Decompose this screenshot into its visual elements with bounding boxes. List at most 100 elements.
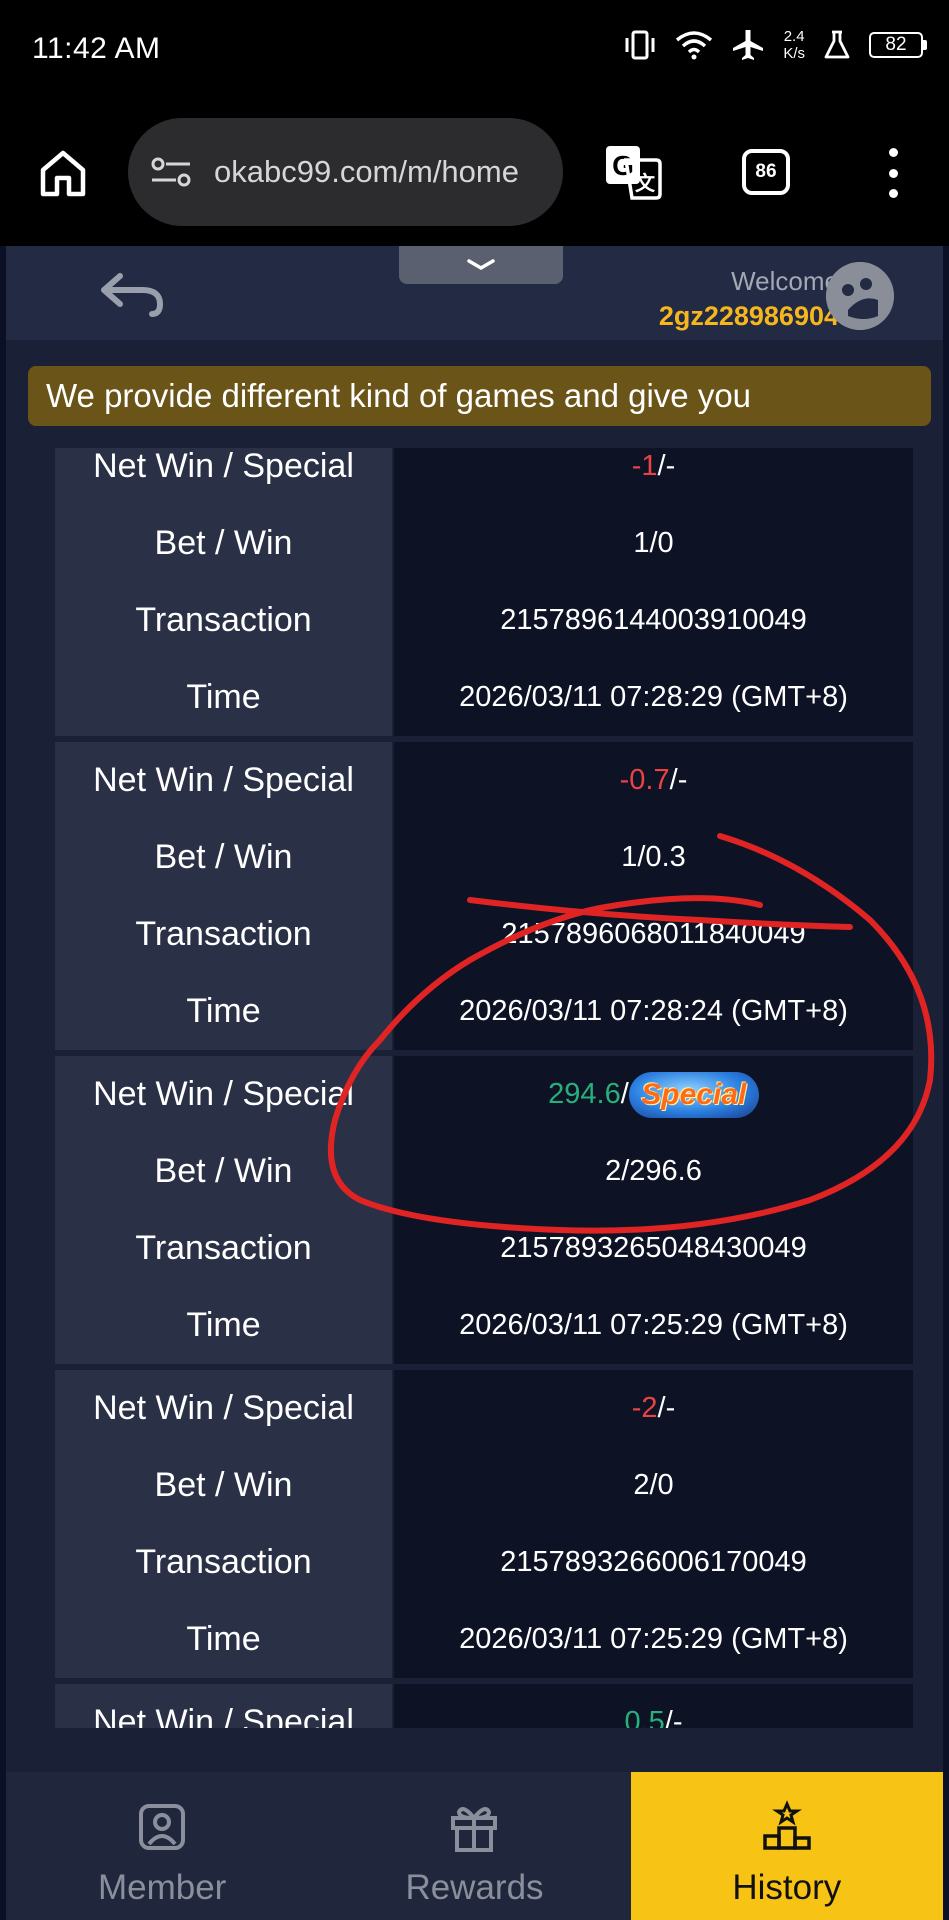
record-field-label: Net Win / Special (55, 1056, 392, 1133)
battery-indicator: 82 (869, 32, 927, 58)
home-icon[interactable] (38, 148, 88, 198)
welcome-block: Welcome 2gz228986904 (659, 266, 839, 332)
record-field-value: 2026/03/11 07:25:29 (GMT+8) (394, 1287, 913, 1364)
history-record: Net Win / Special -0.7/- Bet / Win 1/0.3 Tra… (55, 742, 913, 1050)
address-bar[interactable]: okabc99.com/m/home (128, 118, 563, 226)
welcome-label: Welcome (731, 266, 839, 296)
record-field-value: 1/0.3 (394, 819, 913, 896)
net-win-amount: 0.5 (624, 1706, 665, 1728)
nav-member[interactable]: Member (6, 1772, 318, 1920)
nav-history[interactable]: History (630, 1772, 943, 1920)
app-header: Welcome 2gz228986904 (6, 246, 943, 340)
record-field-value: -2/- (394, 1370, 913, 1447)
record-field-value: 0.5/- (394, 1684, 913, 1728)
podium-icon (763, 1800, 811, 1850)
record-row-bet-win: Bet / Win 1/0 (55, 505, 913, 582)
history-record: Net Win / Special 0.5/- (55, 1684, 913, 1728)
record-field-label: Transaction (55, 582, 392, 659)
url-text: okabc99.com/m/home (214, 154, 519, 189)
record-row-transaction: Transaction 2157896144003910049 (55, 582, 913, 659)
gift-icon (451, 1807, 498, 1852)
more-options-icon[interactable] (885, 148, 901, 198)
record-row-net-win: Net Win / Special 294.6/Special (55, 1056, 913, 1133)
record-row-transaction: Transaction 2157893266006170049 (55, 1524, 913, 1601)
record-field-value: 2157893266006170049 (394, 1524, 913, 1601)
record-field-value: 1/0 (394, 505, 913, 582)
record-row-bet-win: Bet / Win 2/296.6 (55, 1133, 913, 1210)
site-settings-icon[interactable] (150, 155, 192, 189)
record-row-time: Time 2026/03/11 07:28:24 (GMT+8) (55, 973, 913, 1050)
record-field-value: 2/0 (394, 1447, 913, 1524)
record-row-bet-win: Bet / Win 2/0 (55, 1447, 913, 1524)
record-field-value: 2026/03/11 07:28:29 (GMT+8) (394, 659, 913, 736)
separator: / (657, 1392, 666, 1424)
net-win-amount: -2 (631, 1392, 658, 1424)
record-field-label: Bet / Win (55, 1133, 392, 1210)
record-field-label: Bet / Win (55, 505, 392, 582)
special-value: - (665, 450, 676, 482)
marquee-text: We provide different kind of games and g… (46, 377, 752, 414)
record-field-label: Time (55, 973, 392, 1050)
record-field-value: -0.7/- (394, 742, 913, 819)
special-badge: Special (628, 1071, 759, 1118)
browser-toolbar: okabc99.com/m/home G 文 86 (0, 100, 949, 246)
separator: / (657, 450, 666, 482)
record-row-bet-win: Bet / Win 1/0.3 (55, 819, 913, 896)
record-row-time: Time 2026/03/11 07:25:29 (GMT+8) (55, 1601, 913, 1678)
record-field-value: -1/- (394, 448, 913, 505)
record-field-label: Net Win / Special (55, 742, 392, 819)
record-field-value: 2157896144003910049 (394, 582, 913, 659)
member-icon (139, 1804, 186, 1850)
nav-history-label: History (732, 1868, 842, 1907)
record-field-value: 2026/03/11 07:28:24 (GMT+8) (394, 973, 913, 1050)
bottom-navigation: Member Rewards History (6, 1772, 943, 1920)
record-field-label: Transaction (55, 1524, 392, 1601)
record-row-net-win: Net Win / Special -2/- (55, 1370, 913, 1447)
record-row-transaction: Transaction 2157896068011840049 (55, 896, 913, 973)
record-row-net-win: Net Win / Special -1/- (55, 448, 913, 505)
wifi-icon (676, 31, 713, 60)
nav-rewards[interactable]: Rewards (318, 1772, 630, 1920)
avatar-icon[interactable] (826, 262, 894, 330)
record-field-label: Net Win / Special (55, 1684, 392, 1728)
network-speed: 2.4 K/s (783, 28, 805, 62)
record-field-label: Net Win / Special (55, 448, 392, 505)
separator: / (669, 764, 678, 796)
net-win-amount: 294.6 (548, 1078, 621, 1110)
special-value: - (672, 1706, 683, 1728)
history-record: Net Win / Special -2/- Bet / Win 2/0 Transac… (55, 1370, 913, 1678)
history-records[interactable]: Net Win / Special -1/- Bet / Win 1/0 Transac… (6, 448, 943, 1728)
record-field-value: 2157893265048430049 (394, 1210, 913, 1287)
record-field-label: Net Win / Special (55, 1370, 392, 1447)
vibrate-icon (625, 30, 655, 60)
separator: / (620, 1078, 629, 1110)
record-field-label: Bet / Win (55, 1447, 392, 1524)
nav-member-label: Member (97, 1868, 227, 1907)
separator: / (664, 1706, 673, 1728)
app-container: Welcome 2gz228986904 We provide differen… (0, 246, 949, 1920)
record-field-value: 294.6/Special (394, 1056, 913, 1133)
record-field-label: Time (55, 1601, 392, 1678)
flask-icon (824, 30, 850, 59)
collapse-tab[interactable] (399, 246, 563, 284)
clock: 11:42 AM (32, 32, 161, 65)
app-frame: Welcome 2gz228986904 We provide differen… (6, 246, 943, 1920)
net-win-amount: -1 (631, 450, 658, 482)
tab-switcher-button[interactable]: 86 (742, 149, 790, 195)
announcement-marquee: We provide different kind of games and g… (28, 366, 931, 426)
record-row-time: Time 2026/03/11 07:25:29 (GMT+8) (55, 1287, 913, 1364)
translate-icon[interactable]: G 文 (602, 142, 662, 202)
airplane-mode-icon (733, 30, 764, 60)
battery-level: 82 (869, 32, 923, 58)
record-field-label: Transaction (55, 1210, 392, 1287)
back-icon[interactable] (98, 270, 168, 320)
username: 2gz228986904 (658, 301, 839, 331)
record-field-value: 2/296.6 (394, 1133, 913, 1210)
record-row-net-win: Net Win / Special -0.7/- (55, 742, 913, 819)
record-field-value: 2026/03/11 07:25:29 (GMT+8) (394, 1601, 913, 1678)
record-row-time: Time 2026/03/11 07:28:29 (GMT+8) (55, 659, 913, 736)
nav-rewards-label: Rewards (405, 1868, 544, 1907)
chevron-down-icon (467, 259, 495, 271)
net-win-amount: -0.7 (619, 764, 670, 796)
record-field-label: Time (55, 1287, 392, 1364)
